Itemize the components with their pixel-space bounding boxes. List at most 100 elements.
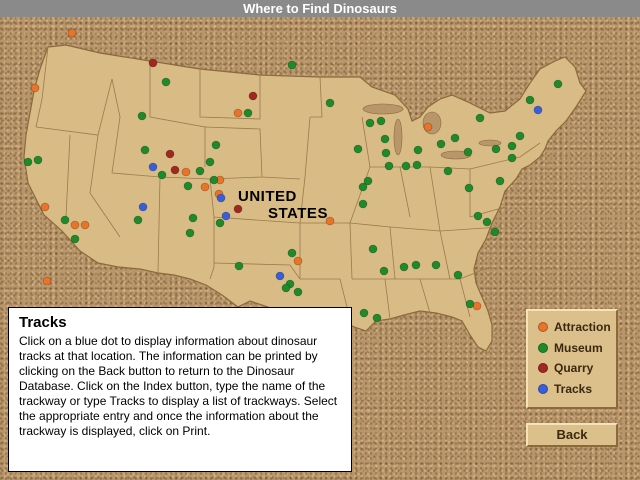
museum-site-dot[interactable] <box>411 260 421 270</box>
attraction-site-dot[interactable] <box>233 108 243 118</box>
museum-site-dot[interactable] <box>379 266 389 276</box>
tracks-site-dot[interactable] <box>221 211 231 221</box>
attraction-site-dot[interactable] <box>181 167 191 177</box>
museum-site-dot[interactable] <box>353 144 363 154</box>
museum-site-dot[interactable] <box>287 60 297 70</box>
museum-site-dot[interactable] <box>463 147 473 157</box>
attraction-site-dot[interactable] <box>423 122 433 132</box>
legend-label-tracks: Tracks <box>554 381 593 396</box>
museum-site-dot[interactable] <box>185 228 195 238</box>
museum-site-dot[interactable] <box>453 270 463 280</box>
museum-site-dot[interactable] <box>358 199 368 209</box>
museum-site-dot[interactable] <box>23 157 33 167</box>
attraction-site-dot[interactable] <box>293 256 303 266</box>
museum-site-dot[interactable] <box>490 227 500 237</box>
museum-site-dot[interactable] <box>211 140 221 150</box>
legend-item-tracks[interactable]: Tracks <box>532 379 612 400</box>
museum-site-dot[interactable] <box>325 98 335 108</box>
window-title: Where to Find Dinosaurs <box>0 0 640 17</box>
museum-site-dot[interactable] <box>515 131 525 141</box>
tracks-site-dot[interactable] <box>148 162 158 172</box>
info-body: Click on a blue dot to display informati… <box>19 334 338 438</box>
attraction-site-dot[interactable] <box>70 220 80 230</box>
museum-site-dot[interactable] <box>215 218 225 228</box>
museum-dot-icon <box>538 342 548 353</box>
tracks-site-dot[interactable] <box>275 271 285 281</box>
tracks-site-dot[interactable] <box>533 105 543 115</box>
museum-site-dot[interactable] <box>140 145 150 155</box>
back-button[interactable]: Back <box>526 423 618 447</box>
museum-site-dot[interactable] <box>495 176 505 186</box>
museum-site-dot[interactable] <box>443 166 453 176</box>
museum-site-dot[interactable] <box>525 95 535 105</box>
museum-site-dot[interactable] <box>137 111 147 121</box>
museum-site-dot[interactable] <box>188 213 198 223</box>
museum-site-dot[interactable] <box>281 283 291 293</box>
attraction-site-dot[interactable] <box>30 83 40 93</box>
museum-site-dot[interactable] <box>553 79 563 89</box>
museum-site-dot[interactable] <box>243 108 253 118</box>
museum-site-dot[interactable] <box>399 262 409 272</box>
legend-item-museum[interactable]: Museum <box>532 338 612 359</box>
quarry-site-dot[interactable] <box>165 149 175 159</box>
museum-site-dot[interactable] <box>507 153 517 163</box>
legend: Attraction Museum Quarry Tracks <box>526 309 618 409</box>
attraction-site-dot[interactable] <box>40 202 50 212</box>
museum-site-dot[interactable] <box>465 299 475 309</box>
museum-site-dot[interactable] <box>287 248 297 258</box>
museum-site-dot[interactable] <box>234 261 244 271</box>
museum-site-dot[interactable] <box>384 161 394 171</box>
museum-site-dot[interactable] <box>33 155 43 165</box>
museum-site-dot[interactable] <box>359 308 369 318</box>
legend-item-quarry[interactable]: Quarry <box>532 358 612 379</box>
museum-site-dot[interactable] <box>401 161 411 171</box>
museum-site-dot[interactable] <box>358 182 368 192</box>
quarry-site-dot[interactable] <box>148 58 158 68</box>
museum-site-dot[interactable] <box>412 160 422 170</box>
museum-site-dot[interactable] <box>195 166 205 176</box>
quarry-site-dot[interactable] <box>248 91 258 101</box>
attraction-site-dot[interactable] <box>42 276 52 286</box>
museum-site-dot[interactable] <box>482 217 492 227</box>
museum-site-dot[interactable] <box>60 215 70 225</box>
museum-site-dot[interactable] <box>464 183 474 193</box>
museum-site-dot[interactable] <box>413 145 423 155</box>
museum-site-dot[interactable] <box>133 215 143 225</box>
museum-site-dot[interactable] <box>161 77 171 87</box>
quarry-site-dot[interactable] <box>233 204 243 214</box>
info-panel: Tracks Click on a blue dot to display in… <box>8 307 352 472</box>
museum-site-dot[interactable] <box>491 144 501 154</box>
us-land <box>23 44 587 352</box>
attraction-site-dot[interactable] <box>80 220 90 230</box>
museum-site-dot[interactable] <box>293 287 303 297</box>
museum-site-dot[interactable] <box>507 141 517 151</box>
museum-site-dot[interactable] <box>450 133 460 143</box>
museum-site-dot[interactable] <box>372 313 382 323</box>
museum-site-dot[interactable] <box>380 134 390 144</box>
museum-site-dot[interactable] <box>70 234 80 244</box>
museum-site-dot[interactable] <box>205 157 215 167</box>
museum-site-dot[interactable] <box>381 148 391 158</box>
legend-item-attraction[interactable]: Attraction <box>532 317 612 338</box>
museum-site-dot[interactable] <box>431 260 441 270</box>
attraction-dot-icon <box>538 322 548 333</box>
museum-site-dot[interactable] <box>157 170 167 180</box>
legend-label-quarry: Quarry <box>554 361 594 376</box>
museum-site-dot[interactable] <box>436 139 446 149</box>
legend-label-museum: Museum <box>554 340 603 355</box>
museum-site-dot[interactable] <box>365 118 375 128</box>
museum-site-dot[interactable] <box>475 113 485 123</box>
tracks-dot-icon <box>538 383 548 394</box>
museum-site-dot[interactable] <box>209 175 219 185</box>
quarry-site-dot[interactable] <box>170 165 180 175</box>
country-label-line1: UNITED <box>238 188 297 205</box>
museum-site-dot[interactable] <box>376 116 386 126</box>
attraction-site-dot[interactable] <box>200 182 210 192</box>
tracks-site-dot[interactable] <box>138 202 148 212</box>
museum-site-dot[interactable] <box>473 211 483 221</box>
museum-site-dot[interactable] <box>368 244 378 254</box>
tracks-site-dot[interactable] <box>216 193 226 203</box>
attraction-site-dot[interactable] <box>67 28 77 38</box>
museum-site-dot[interactable] <box>183 181 193 191</box>
legend-label-attraction: Attraction <box>554 320 611 335</box>
